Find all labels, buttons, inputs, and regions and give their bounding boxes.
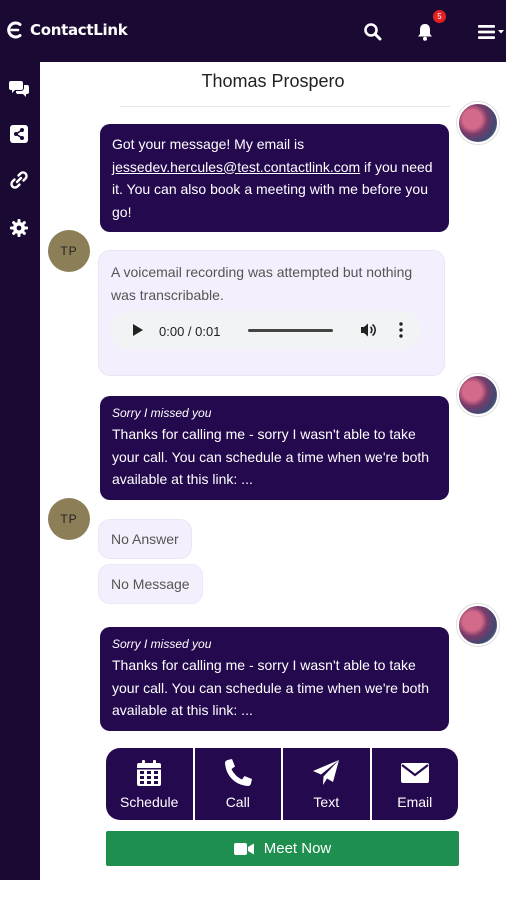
conversation-panel: Thomas Prospero Got your message! My ema… [40,62,506,880]
link-icon[interactable] [9,170,29,190]
outgoing-message-bubble: Sorry I missed you Thanks for calling me… [100,627,449,731]
notification-count-badge: 5 [433,10,446,23]
schedule-label: Schedule [120,794,179,810]
message-text: Got your message! My email is [112,136,305,152]
incoming-status-bubble: No Message [98,564,203,604]
user-avatar [457,374,499,416]
message-subject: Sorry I missed you [112,637,212,651]
share-icon[interactable] [9,124,29,144]
message-text: Thanks for calling me - sorry I wasn't a… [112,426,430,487]
audio-progress-track[interactable] [248,329,333,332]
message-subject: Sorry I missed you [112,406,212,420]
call-button[interactable]: Call [195,748,283,820]
calendar-icon [137,760,162,786]
message-text: Thanks for calling me - sorry I wasn't a… [112,657,430,718]
meet-now-label: Meet Now [263,840,332,857]
outgoing-message-bubble: Sorry I missed you Thanks for calling me… [100,396,449,500]
top-navigation-bar: ContactLink 5 [0,0,506,62]
email-link[interactable]: jessedev.hercules@test.contactlink.com [112,159,360,175]
voicemail-text: A voicemail recording was attempted but … [111,264,413,303]
bell-icon[interactable] [415,22,435,42]
incoming-status-bubble: No Answer [98,519,192,559]
email-button[interactable]: Email [372,748,459,820]
volume-icon[interactable] [359,321,377,339]
hamburger-menu-icon[interactable] [476,22,506,42]
brand-name: ContactLink [30,21,128,39]
envelope-icon [400,763,429,783]
contact-avatar: TP [48,230,90,272]
call-label: Call [225,794,250,810]
meet-now-button[interactable]: Meet Now [106,831,459,866]
audio-time: 0:00 / 0:01 [159,324,221,339]
contact-avatar: TP [48,498,90,540]
video-camera-icon [233,842,254,855]
user-avatar [457,102,499,144]
title-divider [120,106,450,107]
chat-bubbles-icon[interactable] [9,78,29,98]
more-options-icon[interactable] [399,320,403,340]
search-icon[interactable] [363,22,383,42]
incoming-voicemail-bubble: A voicemail recording was attempted but … [98,250,445,376]
contactlink-logo-icon [7,21,22,39]
schedule-button[interactable]: Schedule [106,748,195,820]
left-sidebar [0,62,40,880]
text-label: Text [313,794,340,810]
email-label: Email [397,794,433,810]
paper-plane-icon [313,760,340,785]
contact-action-bar: Schedule Call Text Email [106,748,458,820]
audio-player[interactable]: 0:00 / 0:01 [111,311,421,349]
gear-icon[interactable] [9,218,29,238]
phone-icon [224,759,252,786]
play-icon[interactable] [133,324,143,336]
brand-logo-link[interactable]: ContactLink [5,20,128,40]
outgoing-message-bubble: Got your message! My email is jessedev.h… [100,124,449,232]
user-avatar [457,604,499,646]
text-button[interactable]: Text [283,748,372,820]
contact-name-title: Thomas Prospero [201,71,345,91]
